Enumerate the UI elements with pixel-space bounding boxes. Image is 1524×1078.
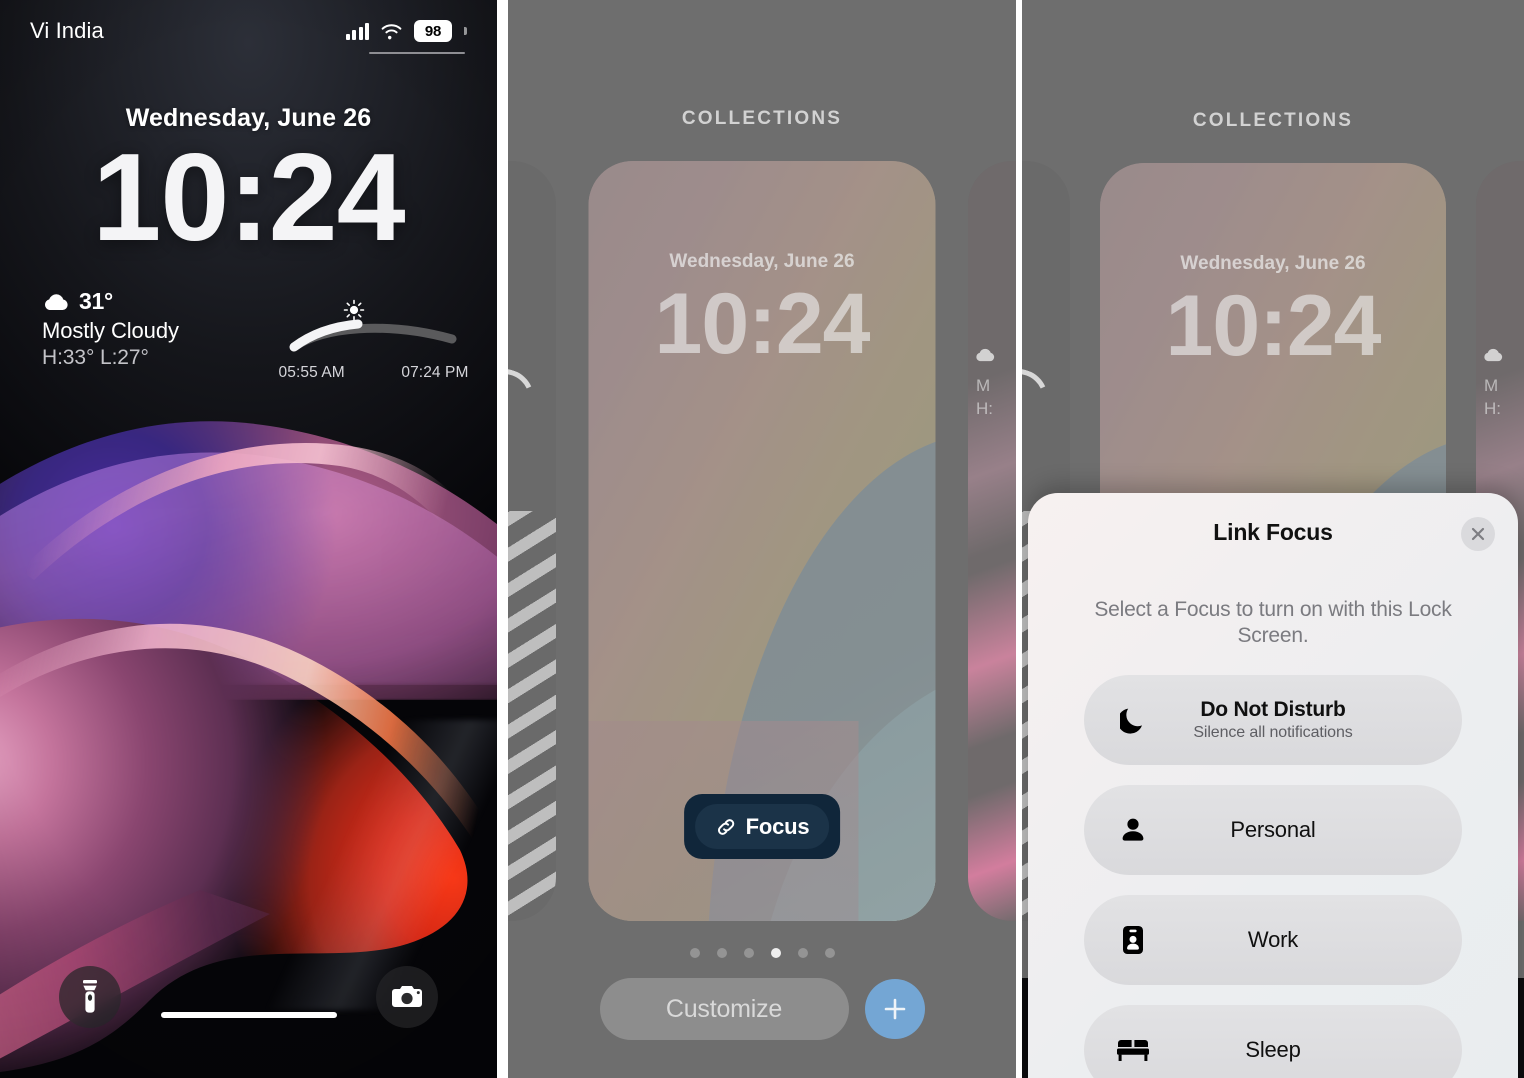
- sheet-subtitle: Select a Focus to turn on with this Lock…: [1094, 598, 1452, 647]
- home-indicator[interactable]: [160, 1012, 337, 1018]
- wifi-icon: [381, 23, 402, 39]
- lock-screen-widgets: 31° Mostly Cloudy H:33° L:27° 05:55 AM 0…: [0, 288, 497, 382]
- lock-screen-time: 10:24: [92, 129, 405, 267]
- status-bar: Vi India 98: [0, 0, 497, 62]
- sun-arc-graphic: [289, 299, 456, 352]
- previous-wallpaper-preview: 3: [508, 161, 556, 921]
- card-date: Wednesday, June 26: [669, 251, 855, 272]
- page-dot-active[interactable]: [770, 948, 781, 958]
- peek-weather-fragment: M H:: [976, 376, 993, 418]
- add-wallpaper-button[interactable]: [864, 979, 925, 1039]
- carrier-label: Vi India: [30, 18, 104, 43]
- gallery-bottom-bar: Customize: [508, 978, 1016, 1040]
- sun-times: 05:55 AM 07:24 PM: [279, 364, 469, 382]
- camera-icon: [392, 986, 422, 1007]
- panel-wallpaper-gallery: COLLECTIONS 3 MH:: [508, 0, 1016, 1078]
- battery-badge: 98: [414, 20, 452, 42]
- focus-option-work[interactable]: Work: [1084, 895, 1462, 985]
- weather-high-low: H:33° L:27°: [42, 346, 149, 369]
- weather-condition: Mostly Cloudy: [42, 318, 179, 343]
- close-button[interactable]: [1461, 517, 1495, 551]
- focus-option-sleep[interactable]: Sleep: [1084, 1005, 1462, 1078]
- close-icon: [1471, 527, 1485, 541]
- lock-screen-clock: Wednesday, June 26 10:24: [0, 104, 497, 261]
- peek-weather-fragment: M H:: [1484, 376, 1501, 418]
- weather-temperature: 31°: [79, 288, 113, 314]
- cellular-bars-icon: [345, 22, 369, 40]
- camera-button[interactable]: [376, 966, 438, 1028]
- panel-divider-1: [497, 0, 508, 1078]
- page-dot[interactable]: [797, 948, 808, 958]
- sheet-title: Link Focus: [1213, 519, 1333, 545]
- sunset-time: 07:24 PM: [401, 364, 469, 381]
- bed-icon: [1116, 1038, 1150, 1062]
- page-dot[interactable]: [824, 948, 835, 958]
- page-dot[interactable]: [743, 948, 754, 958]
- card-time: 10:24: [1165, 278, 1382, 374]
- previous-wallpaper-card[interactable]: 3: [508, 161, 556, 921]
- sun-widget[interactable]: 05:55 AM 07:24 PM: [250, 288, 497, 382]
- gallery-title: COLLECTIONS: [681, 108, 843, 129]
- gallery-title: COLLECTIONS: [1192, 110, 1354, 131]
- page-dot[interactable]: [716, 948, 727, 958]
- id-badge-icon: [1116, 925, 1150, 955]
- next-wallpaper-preview: M H:: [968, 161, 1016, 921]
- panel-lock-screen: Vi India 98 Wednesday, June 26 10:24 31°…: [0, 0, 497, 1078]
- focus-option-do-not-disturb[interactable]: Do Not Disturb Silence all notifications: [1084, 675, 1462, 765]
- peek-sun-arc-icon: [508, 360, 543, 438]
- link-focus-sheet: Link Focus Select a Focus to turn on wit…: [1028, 493, 1518, 1078]
- moon-icon: [1116, 706, 1150, 734]
- status-bar-right: 98: [345, 20, 467, 54]
- flashlight-icon: [83, 980, 97, 1013]
- card-date: Wednesday, June 26: [1180, 253, 1366, 274]
- selected-wallpaper-card[interactable]: Wednesday, June 26 10:24 Focus: [588, 161, 936, 921]
- weather-widget[interactable]: 31° Mostly Cloudy H:33° L:27°: [0, 288, 250, 382]
- sun-icon: [343, 299, 364, 321]
- page-dot[interactable]: [689, 948, 700, 958]
- card-time: 10:24: [654, 276, 871, 372]
- panel-link-focus: COLLECTIONS 3 MH:: [1022, 0, 1524, 1078]
- lock-screen-bottom-controls: [0, 960, 497, 1032]
- battery-nub-icon: [464, 27, 467, 35]
- flashlight-button[interactable]: [59, 966, 121, 1028]
- peek-sun-arc-icon: [1022, 360, 1057, 438]
- screenshot-stage: Vi India 98 Wednesday, June 26 10:24 31°…: [0, 0, 1524, 1078]
- link-icon: [717, 818, 734, 835]
- cloud-icon: [44, 294, 68, 310]
- focus-option-personal[interactable]: Personal: [1084, 785, 1462, 875]
- peek-cloud-icon: [1484, 348, 1503, 362]
- weather-widget-top: 31°: [42, 288, 250, 315]
- sunrise-time: 05:55 AM: [278, 364, 345, 381]
- focus-button-label: Focus: [745, 813, 810, 839]
- page-dots[interactable]: [508, 948, 1016, 958]
- status-bar-underline: [369, 51, 465, 54]
- focus-options-list: Do Not Disturb Silence all notifications…: [1084, 675, 1462, 1078]
- peek-stripes-pattern: [508, 511, 556, 921]
- next-wallpaper-card[interactable]: M H:: [968, 161, 1016, 921]
- customize-button[interactable]: Customize: [599, 978, 849, 1040]
- focus-button[interactable]: Focus: [694, 804, 830, 849]
- plus-icon: [884, 998, 905, 1020]
- focus-chip-container[interactable]: Focus: [683, 794, 841, 859]
- peek-cloud-icon: [976, 348, 995, 362]
- person-icon: [1116, 816, 1150, 844]
